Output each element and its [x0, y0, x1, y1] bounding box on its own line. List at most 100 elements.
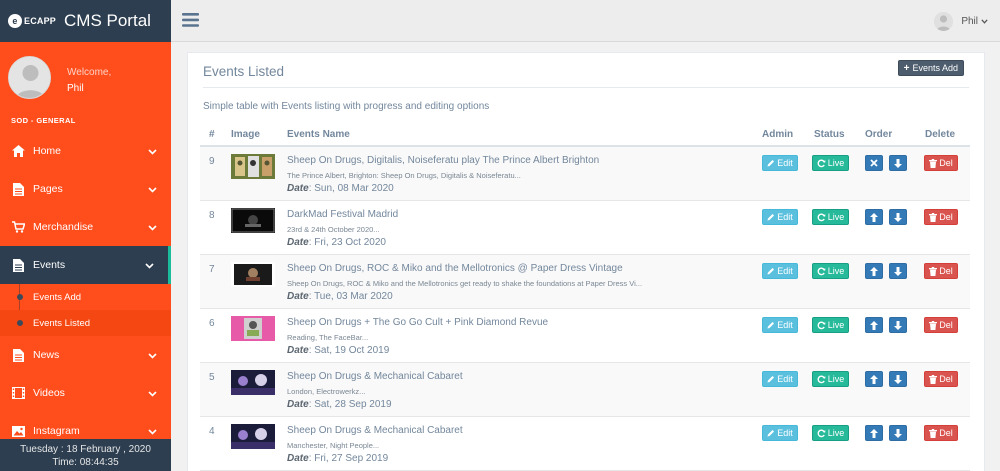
move-up-button[interactable] [865, 371, 883, 387]
panel-description: Simple table with Events listing with pr… [203, 101, 490, 112]
move-down-button[interactable] [889, 425, 907, 441]
table-row: 4 Sheep On Drugs & Mechanical Cabaret Ma… [200, 417, 970, 471]
refresh-icon [817, 159, 826, 167]
trash-icon [929, 428, 938, 438]
live-button[interactable]: Live [812, 317, 849, 333]
event-thumbnail[interactable] [231, 262, 275, 287]
delete-button[interactable]: Del [924, 425, 958, 441]
events-add-button[interactable]: + Events Add [897, 60, 964, 76]
chevron-down-icon [148, 146, 157, 158]
table-row: 7 Sheep On Drugs, ROC & Miko and the Mel… [200, 255, 970, 309]
move-down-button[interactable] [889, 371, 907, 387]
event-name: Sheep On Drugs, Digitalis, Noiseferatu p… [287, 155, 600, 166]
edit-button-label: Edit [777, 266, 793, 276]
event-date-label: Date [287, 237, 309, 248]
sidebar-item-news[interactable]: News [0, 336, 171, 374]
arrow-up-icon [870, 374, 878, 384]
live-button[interactable]: Live [812, 263, 849, 279]
live-button[interactable]: Live [812, 209, 849, 225]
brand-logo: e ECAPP [8, 14, 56, 28]
event-date-value: : Sat, 28 Sep 2019 [308, 399, 392, 410]
file-icon [11, 258, 25, 272]
sidebar-item-events[interactable]: Events [0, 246, 171, 284]
delete-button[interactable]: Del [924, 155, 958, 171]
pencil-icon [767, 376, 775, 383]
event-date-label: Date [287, 345, 309, 356]
edit-button-label: Edit [777, 212, 793, 222]
event-date-label: Date [287, 291, 309, 302]
column-header-order: Order [865, 129, 893, 140]
event-thumbnail[interactable] [231, 154, 275, 179]
delete-button-label: Del [939, 158, 953, 168]
table-row: 6 Sheep On Drugs + The Go Go Cult + Pink… [200, 309, 970, 363]
delete-button[interactable]: Del [924, 263, 958, 279]
event-description: Reading, The FaceBar... [287, 333, 369, 342]
trash-icon [929, 320, 938, 330]
move-down-button[interactable] [889, 317, 907, 333]
edit-button[interactable]: Edit [762, 155, 798, 171]
menu-toggle-icon[interactable] [182, 13, 199, 30]
brand-bar[interactable]: e ECAPP CMS Portal [0, 0, 171, 42]
move-up-button[interactable] [865, 209, 883, 225]
pencil-icon [767, 160, 775, 167]
arrow-down-icon [894, 158, 902, 168]
event-thumbnail[interactable] [231, 370, 275, 395]
event-thumbnail[interactable] [231, 424, 275, 449]
edit-button-label: Edit [777, 374, 793, 384]
brand-logo-mark: e [8, 14, 22, 28]
sidebar-item-pages[interactable]: Pages [0, 170, 171, 208]
film-icon [11, 386, 25, 400]
user-menu[interactable]: Phil [934, 12, 988, 31]
move-down-button[interactable] [889, 155, 907, 171]
move-up-button[interactable] [865, 317, 883, 333]
move-down-button[interactable] [889, 263, 907, 279]
top-navbar: Phil [171, 0, 1000, 42]
sidebar-item-videos[interactable]: Videos [0, 374, 171, 412]
event-thumbnail[interactable] [231, 316, 275, 341]
event-image [231, 424, 275, 449]
row-number: 5 [209, 372, 215, 383]
move-up-button[interactable] [865, 425, 883, 441]
arrow-up-icon [870, 428, 878, 438]
sidebar-item-label: Pages [33, 183, 63, 195]
arrow-down-icon [894, 320, 902, 330]
arrow-up-icon [870, 266, 878, 276]
column-header-delete: Delete [925, 129, 956, 140]
delete-button[interactable]: Del [924, 209, 958, 225]
remove-order-button[interactable] [865, 155, 883, 171]
move-up-button[interactable] [865, 263, 883, 279]
event-thumbnail[interactable] [231, 208, 275, 233]
welcome-text: Welcome, [67, 67, 112, 78]
event-image [231, 370, 275, 395]
live-button[interactable]: Live [812, 371, 849, 387]
event-date-label: Date [287, 453, 309, 464]
edit-button[interactable]: Edit [762, 263, 798, 279]
event-date-value: : Fri, 27 Sep 2019 [308, 453, 389, 464]
event-image [231, 154, 275, 179]
move-down-button[interactable] [889, 209, 907, 225]
arrow-up-icon [870, 212, 878, 222]
live-button[interactable]: Live [812, 155, 849, 171]
event-image [231, 208, 275, 233]
event-date-value: : Sun, 08 Mar 2020 [308, 183, 394, 194]
sidebar-item-merchandise[interactable]: Merchandise [0, 208, 171, 246]
edit-button[interactable]: Edit [762, 317, 798, 333]
delete-button[interactable]: Del [924, 317, 958, 333]
submenu-item-events-add[interactable]: Events Add [0, 284, 171, 310]
live-button[interactable]: Live [812, 425, 849, 441]
delete-button-label: Del [939, 320, 953, 330]
page-title: Events Listed [203, 64, 285, 79]
edit-button[interactable]: Edit [762, 371, 798, 387]
chevron-down-icon [145, 260, 154, 272]
submenu-item-events-listed[interactable]: Events Listed [0, 310, 171, 336]
arrow-down-icon [894, 374, 902, 384]
edit-button[interactable]: Edit [762, 209, 798, 225]
delete-button[interactable]: Del [924, 371, 958, 387]
refresh-icon [817, 375, 826, 383]
footer-time: Time: 08:44:35 [52, 457, 119, 468]
event-date: Date: Tue, 03 Mar 2020 [287, 291, 393, 302]
edit-button[interactable]: Edit [762, 425, 798, 441]
home-icon [11, 144, 25, 158]
user-menu-name: Phil [961, 16, 978, 27]
sidebar-item-home[interactable]: Home [0, 132, 171, 170]
